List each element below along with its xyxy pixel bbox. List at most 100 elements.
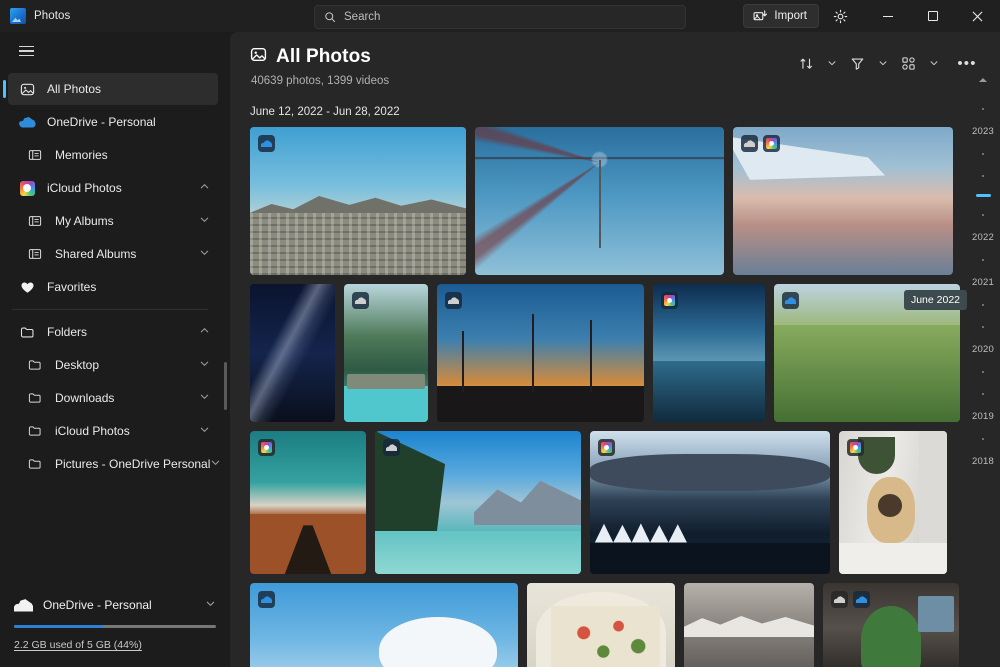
timeline-year[interactable]: 2020 bbox=[972, 344, 994, 355]
scroll-up-caret-icon[interactable] bbox=[979, 78, 987, 82]
timeline-tick bbox=[982, 214, 984, 216]
photo-thumbnail[interactable] bbox=[250, 431, 366, 574]
sort-dropdown-chevron[interactable] bbox=[822, 49, 841, 77]
sidebar-item-folder-pictures-onedrive[interactable]: Pictures - OneDrive Personal bbox=[8, 448, 218, 480]
chevron-down-icon[interactable] bbox=[199, 389, 210, 407]
photo-thumbnail[interactable] bbox=[344, 284, 428, 422]
onedrive-cloud-icon bbox=[18, 113, 36, 131]
sidebar-item-folder-icloud-photos[interactable]: iCloud Photos bbox=[8, 415, 218, 447]
view-size-button[interactable] bbox=[893, 49, 923, 77]
hamburger-menu-icon[interactable] bbox=[6, 34, 46, 68]
timeline-scrubber[interactable]: 2023 2022 2021 2020 2019 2018 bbox=[966, 32, 1000, 667]
photo-row bbox=[250, 284, 966, 422]
sidebar-scrollbar[interactable] bbox=[224, 362, 227, 410]
sidebar-item-shared-albums[interactable]: Shared Albums bbox=[8, 238, 218, 270]
photo-thumbnail[interactable] bbox=[475, 127, 724, 275]
minimize-button[interactable] bbox=[865, 0, 910, 32]
timeline-year[interactable]: 2021 bbox=[972, 277, 994, 288]
timeline-year[interactable]: 2023 bbox=[972, 126, 994, 137]
photo-badges bbox=[782, 292, 799, 309]
sidebar-item-label: All Photos bbox=[47, 82, 101, 96]
folder-icon bbox=[26, 422, 44, 440]
date-group-header: June 12, 2022 - Jun 28, 2022 bbox=[230, 87, 1000, 127]
photo-thumbnail[interactable] bbox=[250, 127, 466, 275]
sidebar-item-folders[interactable]: Folders bbox=[8, 316, 218, 348]
sidebar-nav-list: All Photos OneDrive - Personal Me bbox=[0, 72, 230, 586]
search-container: Search bbox=[314, 5, 686, 29]
chevron-up-icon[interactable] bbox=[199, 179, 210, 197]
chevron-down-icon[interactable] bbox=[199, 422, 210, 440]
photo-thumbnail[interactable] bbox=[527, 583, 675, 667]
storage-account-name: OneDrive - Personal bbox=[43, 598, 152, 612]
settings-button[interactable] bbox=[825, 4, 855, 28]
chevron-down-icon[interactable] bbox=[199, 245, 210, 263]
chevron-up-icon[interactable] bbox=[199, 323, 210, 341]
chevron-down-icon[interactable] bbox=[205, 596, 216, 614]
photo-thumbnail[interactable] bbox=[250, 284, 335, 422]
photo-badges bbox=[661, 292, 678, 309]
sidebar-divider bbox=[12, 309, 208, 310]
sidebar-item-all-photos[interactable]: All Photos bbox=[8, 73, 218, 105]
icloud-photos-icon bbox=[18, 179, 36, 197]
chevron-down-icon bbox=[878, 58, 888, 68]
photo-thumbnail[interactable] bbox=[823, 583, 959, 667]
photo-badges bbox=[258, 135, 275, 152]
photo-badges bbox=[383, 439, 400, 456]
photo-thumbnail[interactable] bbox=[437, 284, 644, 422]
timeline-tick bbox=[982, 326, 984, 328]
photo-thumbnail[interactable] bbox=[653, 284, 765, 422]
gear-icon bbox=[833, 9, 848, 24]
photo-thumbnail[interactable] bbox=[733, 127, 953, 275]
photo-badges bbox=[258, 439, 275, 456]
album-icon bbox=[26, 245, 44, 263]
storage-footer: OneDrive - Personal 2.2 GB used of 5 GB … bbox=[0, 586, 230, 667]
photo-thumbnail[interactable] bbox=[590, 431, 830, 574]
icloud-badge-icon bbox=[847, 439, 864, 456]
sidebar-item-onedrive-personal[interactable]: OneDrive - Personal bbox=[8, 106, 218, 138]
onedrive-badge-icon bbox=[853, 591, 870, 608]
close-button[interactable] bbox=[955, 0, 1000, 32]
sidebar-item-folder-downloads[interactable]: Downloads bbox=[8, 382, 218, 414]
sidebar-item-my-albums[interactable]: My Albums bbox=[8, 205, 218, 237]
chevron-down-icon[interactable] bbox=[210, 455, 221, 473]
filter-dropdown-chevron[interactable] bbox=[873, 49, 892, 77]
filter-button[interactable] bbox=[842, 49, 872, 77]
chevron-down-icon[interactable] bbox=[199, 212, 210, 230]
photo-thumbnail[interactable] bbox=[839, 431, 947, 574]
folder-icon bbox=[26, 455, 44, 473]
sidebar-item-label: Favorites bbox=[47, 280, 96, 294]
photo-thumbnail[interactable] bbox=[684, 583, 814, 667]
sidebar-item-folder-desktop[interactable]: Desktop bbox=[8, 349, 218, 381]
timeline-year[interactable]: 2018 bbox=[972, 456, 994, 467]
timeline-year[interactable]: 2019 bbox=[972, 411, 994, 422]
sidebar-item-label: Desktop bbox=[55, 358, 99, 372]
sidebar-item-memories[interactable]: Memories bbox=[8, 139, 218, 171]
sidebar-item-label: Pictures - OneDrive Personal bbox=[55, 457, 210, 471]
onedrive-badge-icon bbox=[352, 292, 369, 309]
photo-thumbnail[interactable] bbox=[375, 431, 581, 574]
storage-account-row[interactable]: OneDrive - Personal bbox=[14, 596, 216, 614]
onedrive-badge-icon bbox=[445, 292, 462, 309]
search-input[interactable]: Search bbox=[314, 5, 686, 29]
storage-detail-link[interactable]: 2.2 GB used of 5 GB (44%) bbox=[14, 639, 142, 651]
timeline-tooltip: June 2022 bbox=[904, 290, 967, 310]
chevron-down-icon[interactable] bbox=[199, 356, 210, 374]
photo-thumbnail[interactable] bbox=[250, 583, 518, 667]
photo-badges bbox=[741, 135, 780, 152]
timeline-tick bbox=[982, 259, 984, 261]
close-icon bbox=[972, 11, 983, 22]
title-bar-left: Photos bbox=[0, 8, 230, 24]
main-header: All Photos 40639 photos, 1399 videos bbox=[230, 32, 1000, 87]
timeline-tick bbox=[982, 438, 984, 440]
sidebar-item-favorites[interactable]: Favorites bbox=[8, 271, 218, 303]
all-photos-icon bbox=[250, 46, 267, 68]
maximize-button[interactable] bbox=[910, 0, 955, 32]
sidebar-item-icloud-photos[interactable]: iCloud Photos bbox=[8, 172, 218, 204]
sort-button[interactable] bbox=[791, 49, 821, 77]
timeline-tick bbox=[982, 175, 984, 177]
import-button[interactable]: Import bbox=[743, 4, 819, 28]
app-title: Photos bbox=[34, 10, 70, 22]
timeline-year[interactable]: 2022 bbox=[972, 232, 994, 243]
onedrive-badge-icon bbox=[383, 439, 400, 456]
view-size-dropdown-chevron[interactable] bbox=[924, 49, 943, 77]
